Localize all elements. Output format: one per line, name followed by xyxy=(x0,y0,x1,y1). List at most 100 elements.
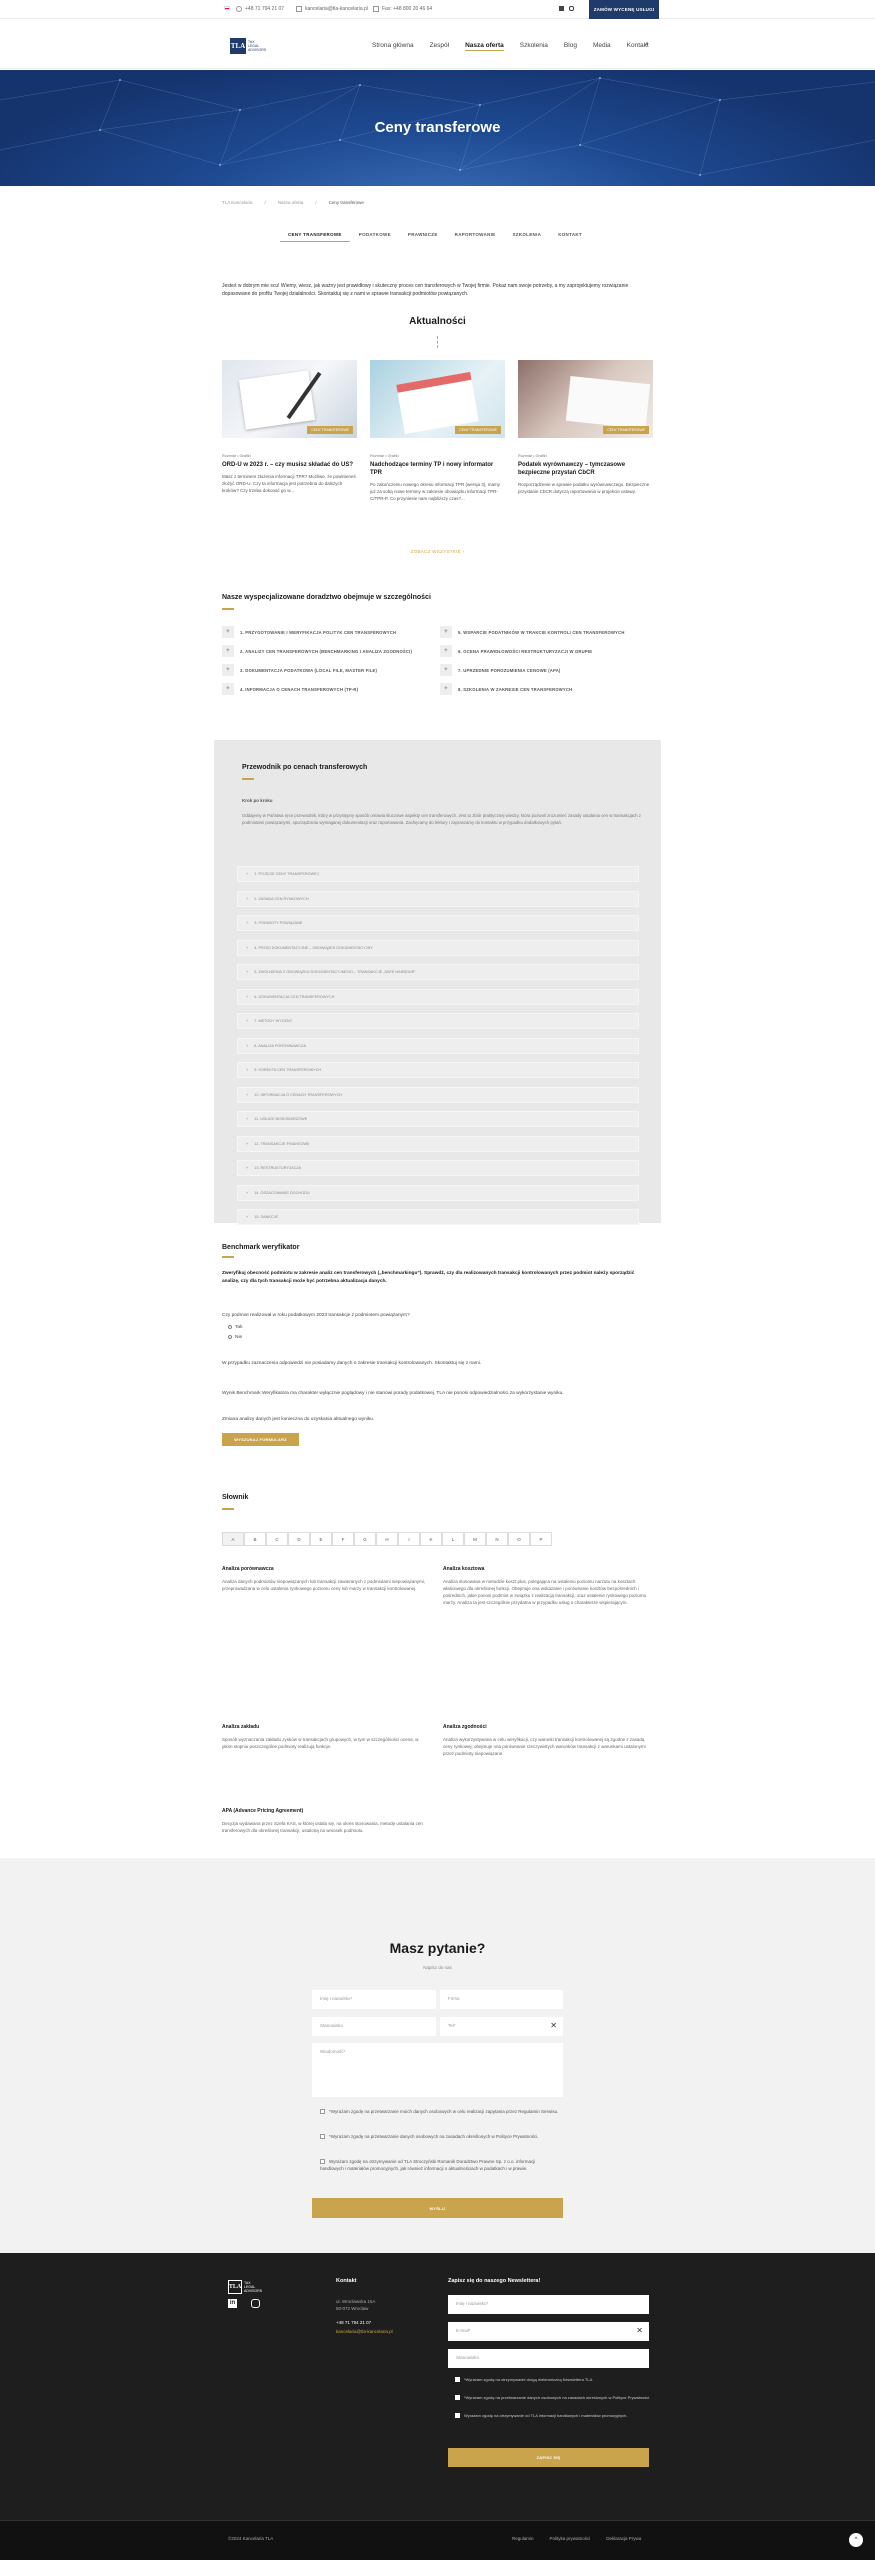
service-item[interactable]: +3. DOKUMENTACJA PODATKOWA (LOCAL FILE, … xyxy=(222,664,422,676)
company-field[interactable]: Firma xyxy=(440,1990,563,2009)
logo[interactable]: TLA TAX LEGAL ADVISORS xyxy=(230,36,274,56)
letter-filter[interactable]: O xyxy=(508,1532,530,1546)
footer-email[interactable]: kancelaria@tla-kancelaria.pl xyxy=(336,2329,393,2334)
phone-link[interactable]: +48 71 794 21 07 xyxy=(236,6,284,12)
nav-item[interactable]: Nasza oferta xyxy=(465,42,504,51)
breadcrumb-offer[interactable]: Nasza oferta xyxy=(278,200,304,205)
guide-accordion-item[interactable]: +7. METODY WYCENY xyxy=(237,1013,639,1029)
letter-filter[interactable]: L xyxy=(442,1532,464,1546)
clear-icon[interactable]: ✕ xyxy=(550,2021,557,2030)
subscribe-button[interactable]: ZAPISZ SIĘ xyxy=(448,2448,649,2467)
letter-filter[interactable]: E xyxy=(310,1532,332,1546)
letter-filter[interactable]: D xyxy=(288,1532,310,1546)
letter-filter[interactable]: P xyxy=(530,1532,552,1546)
letter-filter[interactable]: N xyxy=(486,1532,508,1546)
find-form-button[interactable]: WYSZUKAJ FORMULARZ xyxy=(222,1433,299,1446)
option-yes[interactable]: Tak xyxy=(228,1324,648,1332)
see-all-link[interactable]: ZOBACZ WSZYSTKIE › xyxy=(0,549,875,554)
position-field[interactable]: Stanowisko xyxy=(312,2017,436,2036)
search-icon[interactable]: ⌕ xyxy=(645,41,649,49)
service-item[interactable]: +7. UPRZEDNIE POROZUMIENIA CENOWE (APA) xyxy=(440,664,640,676)
tab-contact[interactable]: KONTAKT xyxy=(550,228,590,242)
service-item[interactable]: +4. INFORMACJA O CENACH TRANSFEROWYCH (T… xyxy=(222,683,422,695)
footer-phone[interactable]: +48 71 794 21 07 xyxy=(336,2320,371,2325)
email-link[interactable]: kancelaria@tla-kancelaria.pl xyxy=(296,6,368,12)
plus-icon: + xyxy=(440,645,452,657)
consent-terms[interactable]: *Wyrażam zgodę na przetwarzanie moich da… xyxy=(320,2108,560,2115)
guide-accordion-item[interactable]: +3. PODMIOTY POWIĄZANE xyxy=(237,915,639,931)
nav-item[interactable]: Zespół xyxy=(430,42,450,51)
guide-subtitle: Krok po kroku xyxy=(242,798,273,803)
guide-accordion-item[interactable]: +12. TRANSAKCJE FINANSOWE xyxy=(237,1135,639,1152)
nav-item[interactable]: Strona główna xyxy=(372,42,414,51)
newsletter-name-field[interactable]: Imię i nazwisko* xyxy=(448,2295,649,2314)
letter-filter[interactable]: F xyxy=(332,1532,354,1546)
tab-tax[interactable]: PODATKOWE xyxy=(351,228,399,242)
instagram-icon[interactable] xyxy=(569,6,574,11)
footer-logo[interactable]: TLA TAX LEGAL ADVISORS xyxy=(228,2280,262,2294)
guide-accordion-item[interactable]: +4. PROGI DOKUMENTACYJNE – OBOWIĄZEK DOK… xyxy=(237,939,639,956)
guide-accordion-item[interactable]: +14. OSZACOWANIE DOCHODU xyxy=(237,1184,639,1201)
nav-item[interactable]: Blog xyxy=(564,42,577,51)
service-item[interactable]: +8. SZKOLENIA W ZAKRESIE CEN TRANSFEROWY… xyxy=(440,683,640,695)
guide-accordion-item[interactable]: +1. POJĘCIE CENY TRANSFEROWEJ xyxy=(237,866,639,882)
linkedin-icon[interactable] xyxy=(559,6,564,11)
news-card[interactable]: CENY TRANSFEROWE Rozmiar • Grafiki ORD-U… xyxy=(222,360,357,520)
option-no[interactable]: Nie xyxy=(228,1334,648,1342)
guide-accordion-item[interactable]: +13. RESTRUKTURYZACJA xyxy=(237,1160,639,1176)
top-bar: +48 71 794 21 07 kancelaria@tla-kancelar… xyxy=(0,0,875,19)
letter-filter[interactable]: H xyxy=(376,1532,398,1546)
letter-filter[interactable]: G xyxy=(354,1532,376,1546)
linkedin-icon[interactable]: in xyxy=(228,2299,237,2308)
letter-filter[interactable]: K xyxy=(420,1532,442,1546)
service-item[interactable]: +6. OCENA PRAWIDŁOWOŚCI RESTRUKTURYZACJI… xyxy=(440,645,640,657)
news-card[interactable]: CENY TRANSFEROWE Rozmiar • Grafiki Nadch… xyxy=(370,360,505,520)
fax-icon xyxy=(373,6,379,12)
guide-accordion-item[interactable]: +5. ZWOLNIENIA Z OBOWIĄZKU DOKUMENTACYJN… xyxy=(237,964,639,980)
letter-filter[interactable]: M xyxy=(464,1532,486,1546)
breadcrumb: TLA Kancelaria / Nasza oferta / Ceny tra… xyxy=(222,200,364,205)
message-field[interactable]: Wiadomość* xyxy=(312,2043,563,2097)
service-item[interactable]: +1. PRZYGOTOWANIE I WERYFIKACJA POLITYK … xyxy=(222,626,422,638)
declaration-link[interactable]: Deklaracja Prywa xyxy=(606,2536,641,2541)
guide-accordion-item[interactable]: +6. DOKUMENTACJA CEN TRANSFEROWYCH xyxy=(237,988,639,1005)
tab-reporting[interactable]: RAPORTOWANIE xyxy=(447,228,504,242)
tab-training[interactable]: SZKOLENIA xyxy=(504,228,549,242)
guide-accordion-item[interactable]: +8. ANALIZA PORÓWNAWCZA xyxy=(237,1037,639,1054)
nav-item[interactable]: Media xyxy=(593,42,611,51)
newsletter-consent-2[interactable]: *Wyrażam zgodę na przetwarzanie danych o… xyxy=(455,2395,655,2401)
send-button[interactable]: WYŚLIJ xyxy=(312,2198,563,2218)
guide-accordion-item[interactable]: +2. ZASADA CEN RYNKOWYCH xyxy=(237,890,639,907)
news-card[interactable]: CENY TRANSFEROWE Rozmiar • Grafiki Podat… xyxy=(518,360,653,520)
instagram-icon[interactable] xyxy=(251,2299,260,2308)
letter-filter[interactable]: C xyxy=(266,1532,288,1546)
tab-transfer-pricing[interactable]: CENY TRANSFEROWE xyxy=(280,228,350,242)
guide-accordion-item[interactable]: +9. KOREKTA CEN TRANSFEROWYCH xyxy=(237,1062,639,1078)
breadcrumb-home[interactable]: TLA Kancelaria xyxy=(222,200,253,205)
phone-field[interactable]: Tel* ✕ xyxy=(440,2017,563,2036)
language-flag[interactable] xyxy=(224,6,230,10)
privacy-link[interactable]: Polityka prywatności xyxy=(550,2536,591,2541)
service-item[interactable]: +5. WSPARCIE PODATNIKÓW W TRAKCIE KONTRO… xyxy=(440,626,640,638)
letter-filter[interactable]: B xyxy=(244,1532,266,1546)
guide-accordion-item[interactable]: +11. USŁUGI NISKOMARŻOWE xyxy=(237,1111,639,1127)
newsletter-consent-1[interactable]: *Wyrażam zgodę na otrzymywanie drogą ele… xyxy=(455,2377,655,2383)
nav-item[interactable]: Szkolenia xyxy=(520,42,548,51)
tab-legal[interactable]: PRAWNICZE xyxy=(400,228,446,242)
order-quote-button[interactable]: ZAMÓW WYCENĘ USŁUGI xyxy=(589,0,659,19)
clear-icon[interactable]: ✕ xyxy=(636,2326,643,2335)
letter-filter[interactable]: A xyxy=(222,1532,244,1546)
consent-privacy[interactable]: *Wyrażam zgodę na przetwarzanie danych o… xyxy=(320,2133,560,2140)
guide-accordion-item[interactable]: +10. INFORMACJA O CENACH TRANSFEROWYCH xyxy=(237,1086,639,1103)
scroll-top-button[interactable]: ^ xyxy=(849,2533,863,2547)
service-item[interactable]: +2. ANALIZY CEN TRANSFEROWYCH (BENCHMARK… xyxy=(222,645,422,657)
footer xyxy=(0,2253,875,2560)
consent-marketing[interactable]: Wyrażam zgodę na otrzymywanie od TLA Str… xyxy=(320,2158,560,2172)
newsletter-consent-3[interactable]: Wyrażam zgodę na otrzymywanie od TLA inf… xyxy=(455,2413,655,2419)
newsletter-email-field[interactable]: E-mail* ✕ xyxy=(448,2322,649,2341)
guide-accordion-item[interactable]: +15. SANKCJE xyxy=(237,1209,639,1225)
name-field[interactable]: Imię i nazwisko* xyxy=(312,1990,436,2009)
letter-filter[interactable]: I xyxy=(398,1532,420,1546)
terms-link[interactable]: Regulamin xyxy=(512,2536,534,2541)
newsletter-position-field[interactable]: Stanowisko xyxy=(448,2349,649,2368)
